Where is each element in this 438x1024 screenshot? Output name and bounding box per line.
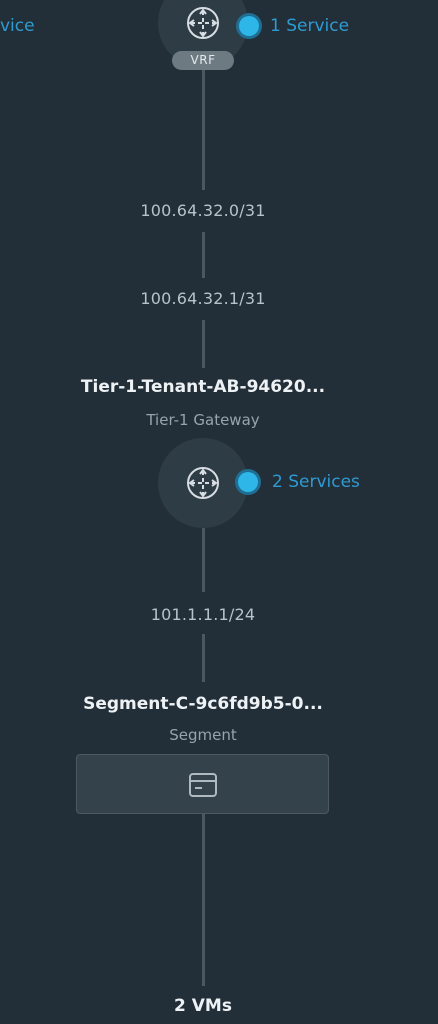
connector-line <box>202 232 205 278</box>
downlink-interface-ip-label: 101.1.1.1/24 <box>150 605 256 624</box>
connector-line <box>202 528 205 592</box>
service-status-dot <box>238 472 258 492</box>
gateway-icon <box>187 7 219 39</box>
tier1-gateway-node[interactable] <box>158 438 248 528</box>
segment-type: Segment <box>169 726 237 744</box>
connector-line <box>202 814 205 986</box>
connector-line <box>202 66 205 190</box>
connector-line <box>202 320 205 368</box>
tier1-gateway-name[interactable]: Tier-1-Tenant-AB-94620... <box>0 377 406 397</box>
segment-vm-group[interactable] <box>76 754 329 814</box>
gateway-icon <box>187 467 219 499</box>
vm-count-label[interactable]: 2 VMs <box>0 996 406 1016</box>
connector-line <box>202 634 205 682</box>
segment-name[interactable]: Segment-C-9c6fd9b5-0... <box>0 694 406 714</box>
tier1-services-link[interactable]: 2 Services <box>272 472 360 492</box>
adjacent-services-link[interactable]: vice <box>0 16 35 36</box>
vrf-badge: VRF <box>172 51 234 70</box>
vm-group-icon <box>189 773 217 797</box>
tier1-gateway-type: Tier-1 Gateway <box>146 411 260 429</box>
uplink-interface-ip-label: 100.64.32.1/31 <box>140 289 266 308</box>
vrf-services-link[interactable]: 1 Service <box>270 16 349 36</box>
topology-canvas: vice VRF 1 Service 100.64.32.0/31 100.64… <box>0 0 438 1024</box>
uplink-subnet-label: 100.64.32.0/31 <box>140 201 266 220</box>
service-status-dot <box>239 16 259 36</box>
